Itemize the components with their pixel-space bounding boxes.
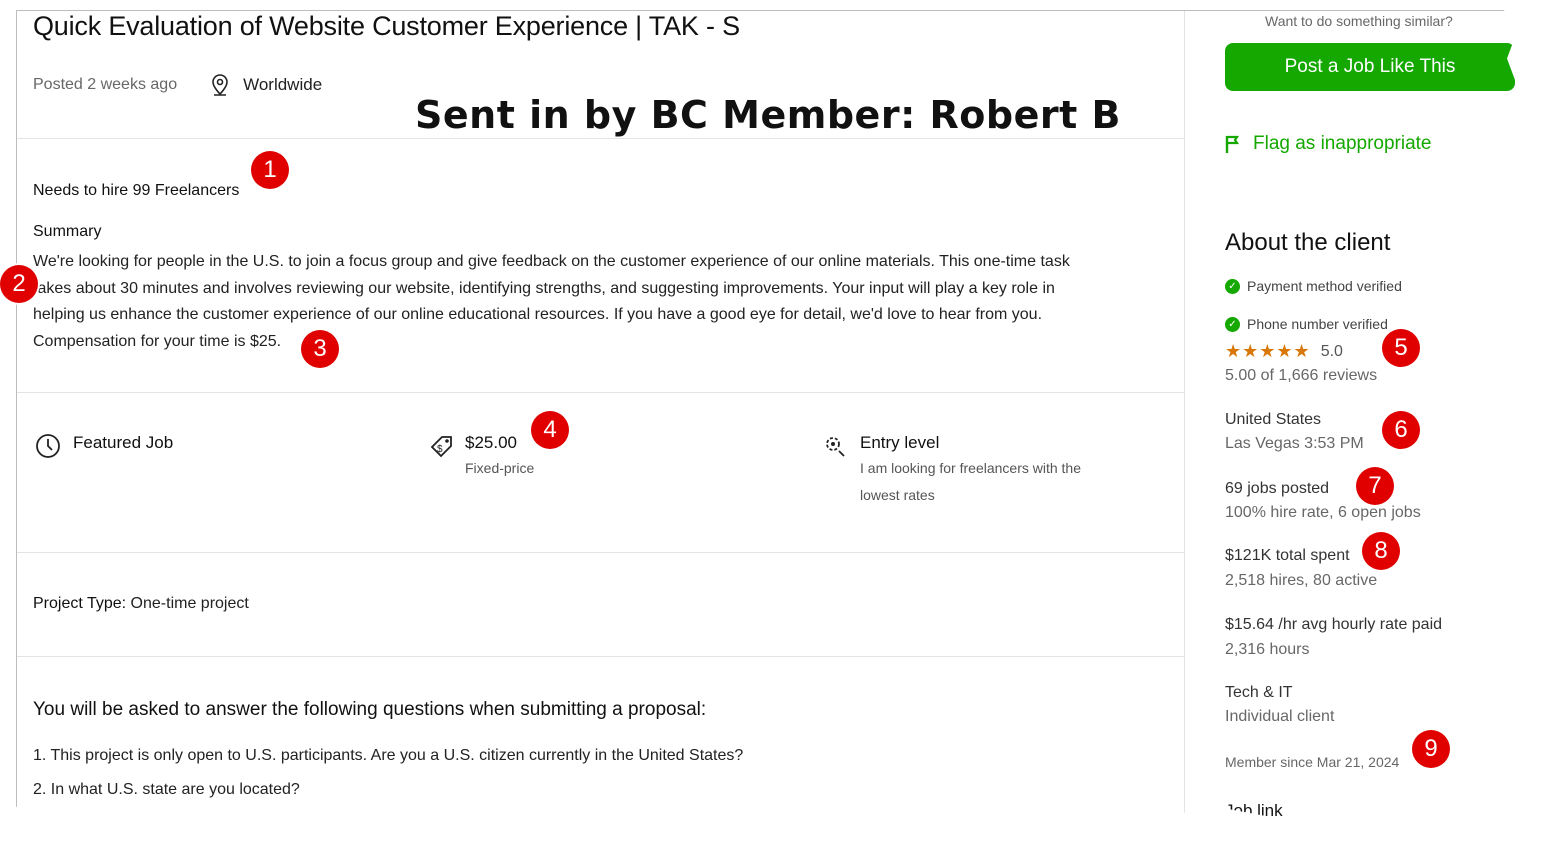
payment-verified-label: Payment method verified xyxy=(1247,278,1402,294)
total-spent: $121K total spent xyxy=(1225,547,1350,564)
annotation-badge: 9 xyxy=(1412,730,1450,768)
annotation-badge: 1 xyxy=(251,151,289,189)
price-tag-icon: $ xyxy=(430,436,452,458)
experience-level-label: Entry level xyxy=(860,433,940,452)
annotation-badge: 5 xyxy=(1382,329,1420,367)
divider xyxy=(17,656,1185,657)
annotation-badge: 8 xyxy=(1362,532,1400,570)
summary-line: Compensation for your time is $25. xyxy=(33,332,282,350)
gear-person-icon xyxy=(826,437,845,457)
divider xyxy=(17,552,1185,553)
review-count: 5.00 of 1,666 reviews xyxy=(1225,367,1378,384)
phone-verified: ✓ Phone number verified xyxy=(1225,316,1388,332)
avg-hourly-rate: $15.64 /hr avg hourly rate paid xyxy=(1225,616,1443,633)
job-meta: Posted 2 weeks ago Worldwide xyxy=(33,73,322,97)
watermark-caption: Sent in by BC Member: Robert B xyxy=(415,93,1121,137)
experience-desc-line: I am looking for freelancers with the xyxy=(860,460,1081,476)
member-since: Member since Mar 21, 2024 xyxy=(1225,754,1400,770)
location-label: Worldwide xyxy=(243,75,323,94)
featured-job-label: Featured Job xyxy=(73,433,174,452)
summary-heading: Summary xyxy=(33,223,102,240)
divider xyxy=(17,392,1185,393)
similar-prompt: Want to do something similar? xyxy=(1265,13,1453,29)
clock-icon xyxy=(36,434,60,458)
total-hours: 2,316 hours xyxy=(1225,641,1310,658)
flag-icon xyxy=(1225,135,1240,153)
flag-link-label: Flag as inappropriate xyxy=(1253,133,1432,154)
total-hires: 2,518 hires, 80 active xyxy=(1225,572,1378,589)
annotation-badge: 2 xyxy=(0,265,38,303)
client-city-time: Las Vegas 3:53 PM xyxy=(1225,435,1364,452)
summary-line: takes about 30 minutes and involves revi… xyxy=(33,279,1055,297)
question-item: 1. This project is only open to U.S. par… xyxy=(33,747,744,764)
location-pin-icon xyxy=(212,74,228,96)
featured-job: Featured Job xyxy=(35,433,173,459)
client-country: United States xyxy=(1225,411,1322,428)
budget: $ $25.00 Fixed-price xyxy=(429,433,534,482)
annotation-badge: 7 xyxy=(1356,467,1394,505)
job-title: Quick Evaluation of Website Customer Exp… xyxy=(33,11,740,41)
flag-inappropriate-link[interactable]: Flag as inappropriate xyxy=(1225,133,1432,155)
client-type: Individual client xyxy=(1225,708,1335,725)
payment-verified: ✓ Payment method verified xyxy=(1225,278,1402,294)
annotation-badge: 4 xyxy=(531,411,569,449)
about-client-heading: About the client xyxy=(1225,229,1391,256)
annotation-badge: 6 xyxy=(1382,411,1420,449)
hire-rate: 100% hire rate, 6 open jobs xyxy=(1225,504,1421,521)
questions-heading: You will be asked to answer the followin… xyxy=(33,699,707,720)
client-sidebar: Want to do something similar? Post a Job… xyxy=(1185,11,1516,820)
client-industry: Tech & IT xyxy=(1225,684,1293,701)
post-job-like-this-button[interactable]: Post a Job Like This xyxy=(1225,43,1515,91)
check-icon: ✓ xyxy=(1225,278,1240,294)
job-summary: We're looking for people in the U.S. to … xyxy=(33,249,1153,355)
project-type-label: Project Type: xyxy=(33,595,127,612)
budget-amount: $25.00 xyxy=(465,433,517,452)
experience-level: Entry level I am looking for freelancers… xyxy=(822,433,1081,509)
hire-count: Needs to hire 99 Freelancers xyxy=(33,182,240,199)
divider xyxy=(17,138,1185,139)
client-rating: ★★★★★ 5.0 xyxy=(1225,341,1343,362)
job-link-heading: Job link xyxy=(1225,801,1283,820)
experience-level-desc: I am looking for freelancers with the lo… xyxy=(860,455,1081,509)
phone-verified-label: Phone number verified xyxy=(1247,316,1388,332)
job-page-frame: Quick Evaluation of Website Customer Exp… xyxy=(16,10,1516,818)
summary-line: We're looking for people in the U.S. to … xyxy=(33,253,1070,270)
summary-line: helping us enhance the customer experien… xyxy=(33,306,1043,323)
jobs-posted: 69 jobs posted xyxy=(1225,480,1330,497)
annotation-badge: 3 xyxy=(301,330,339,368)
posted-date: Posted 2 weeks ago xyxy=(33,76,178,93)
check-icon: ✓ xyxy=(1225,316,1240,332)
experience-desc-line: lowest rates xyxy=(860,487,935,503)
star-rating-icon: ★★★★★ xyxy=(1225,341,1311,361)
rating-value: 5.0 xyxy=(1320,342,1343,360)
budget-type: Fixed-price xyxy=(465,460,535,476)
location: Worldwide xyxy=(209,73,322,97)
project-type-value: One-time project xyxy=(130,595,249,612)
job-main-panel: Quick Evaluation of Website Customer Exp… xyxy=(17,11,1185,818)
question-item: 2. In what U.S. state are you located? xyxy=(33,781,300,798)
svg-text:$: $ xyxy=(437,444,443,455)
project-type: Project Type: One-time project xyxy=(33,595,249,613)
